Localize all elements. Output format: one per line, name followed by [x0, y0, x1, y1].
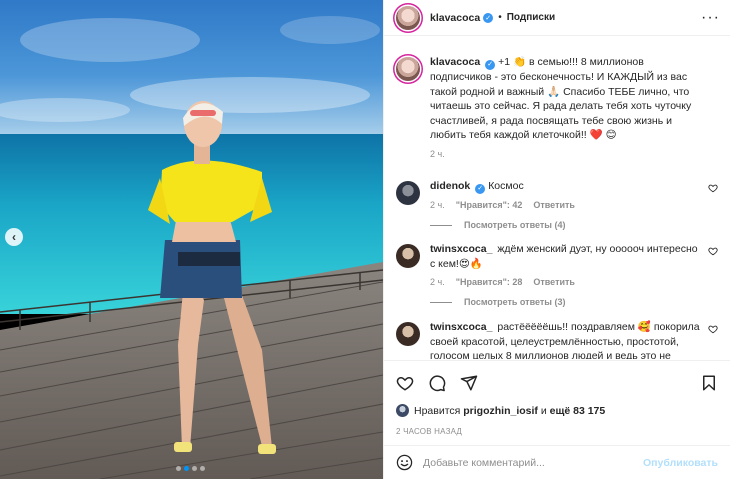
comment-username[interactable]: twinsxcoca_ [430, 243, 492, 255]
add-comment-bar: Опубликовать [384, 445, 730, 479]
comment-bubble-icon[interactable] [428, 374, 446, 392]
view-replies-label: Посмотреть ответы (4) [464, 220, 566, 230]
author-avatar[interactable] [396, 5, 420, 30]
view-replies-button[interactable]: Посмотреть ответы (4) [430, 220, 718, 230]
caption-text: +1 👏 в семью!!! 8 миллионов подписчиков … [430, 56, 692, 142]
comment-username[interactable]: twinsxcoca_ [430, 321, 492, 333]
more-dots-icon[interactable]: ··· [701, 9, 720, 26]
like-comment-heart-icon[interactable] [708, 183, 718, 193]
comment-avatar[interactable] [396, 322, 420, 346]
comment-likes[interactable]: "Нравится": 28 [456, 277, 523, 287]
post-actions: Нравится prigozhin_iosif и ещё 83 175 2 … [384, 360, 730, 436]
replies-line [430, 224, 452, 226]
carousel-dot [192, 466, 197, 471]
comment-text: Космос [488, 179, 524, 192]
replies-line [430, 301, 452, 303]
likes-prefix: Нравится [414, 404, 461, 417]
comment-item: twinsxcoca_ растёёёёёшь!! поздравляем 🥰 … [396, 320, 718, 359]
like-heart-icon[interactable] [396, 374, 414, 392]
likes-conjunction: и [540, 404, 547, 417]
liker-username[interactable]: prigozhin_iosif [463, 405, 538, 417]
add-comment-input[interactable] [423, 456, 644, 469]
carousel-prev-button[interactable]: ‹ [5, 228, 23, 246]
post-timestamp[interactable]: 2 ЧАСОВ НАЗАД [396, 427, 718, 436]
save-bookmark-icon[interactable] [700, 374, 718, 392]
post-caption: klavacoca ✓ +1 👏 в семью!!! 8 миллионов п… [396, 37, 718, 159]
carousel-dots [176, 466, 205, 471]
comment-item: didenok ✓ Космос 2 ч. "Нравится": 42 Отве… [396, 179, 718, 210]
verified-badge-icon: ✓ [485, 60, 496, 71]
comment-avatar[interactable] [396, 244, 420, 268]
share-plane-icon[interactable] [460, 374, 478, 392]
comments-list[interactable]: klavacoca ✓ +1 👏 в семью!!! 8 миллионов п… [384, 37, 730, 359]
comment-likes[interactable]: "Нравится": 42 [456, 200, 523, 210]
beach-photo-image [0, 0, 383, 479]
comment-time[interactable]: 2 ч. [430, 200, 445, 210]
carousel-dot [200, 466, 205, 471]
likes-count[interactable]: ещё 83 175 [550, 405, 606, 417]
post-side-panel: klavacoca ✓ • Подписки ··· klavacoca ✓ +1… [383, 0, 730, 479]
carousel-dot [176, 466, 181, 471]
caption-time[interactable]: 2 ч. [430, 149, 445, 159]
like-comment-heart-icon[interactable] [708, 246, 718, 256]
verified-badge-icon: ✓ [475, 184, 486, 194]
caption-avatar[interactable] [396, 57, 420, 81]
post-header: klavacoca ✓ • Подписки ··· [384, 0, 730, 36]
like-comment-heart-icon[interactable] [708, 324, 718, 334]
author-username[interactable]: klavacoca [430, 12, 480, 24]
liker-avatar [396, 404, 409, 417]
header-separator: • [498, 12, 502, 23]
chevron-left-icon: ‹ [12, 230, 16, 244]
publish-button[interactable]: Опубликовать [643, 457, 718, 469]
caption-username[interactable]: klavacoca [430, 56, 480, 68]
comment-username[interactable]: didenok [430, 180, 470, 192]
comment-item: twinsxcoca_ ждём женский дуэт, ну оооооч… [396, 242, 718, 287]
likes-summary[interactable]: Нравится prigozhin_iosif и ещё 83 175 [396, 404, 718, 417]
carousel-dot-active [184, 466, 189, 471]
reply-button[interactable]: Ответить [533, 200, 575, 210]
reply-button[interactable]: Ответить [533, 277, 575, 287]
view-replies-button[interactable]: Посмотреть ответы (3) [430, 297, 718, 307]
verified-badge-icon: ✓ [483, 12, 494, 23]
comment-avatar[interactable] [396, 180, 420, 205]
post-photo[interactable]: ‹ [0, 0, 383, 479]
emoji-smiley-icon[interactable] [396, 454, 413, 471]
comment-time[interactable]: 2 ч. [430, 277, 445, 287]
following-button[interactable]: Подписки [507, 12, 555, 23]
view-replies-label: Посмотреть ответы (3) [464, 297, 566, 307]
